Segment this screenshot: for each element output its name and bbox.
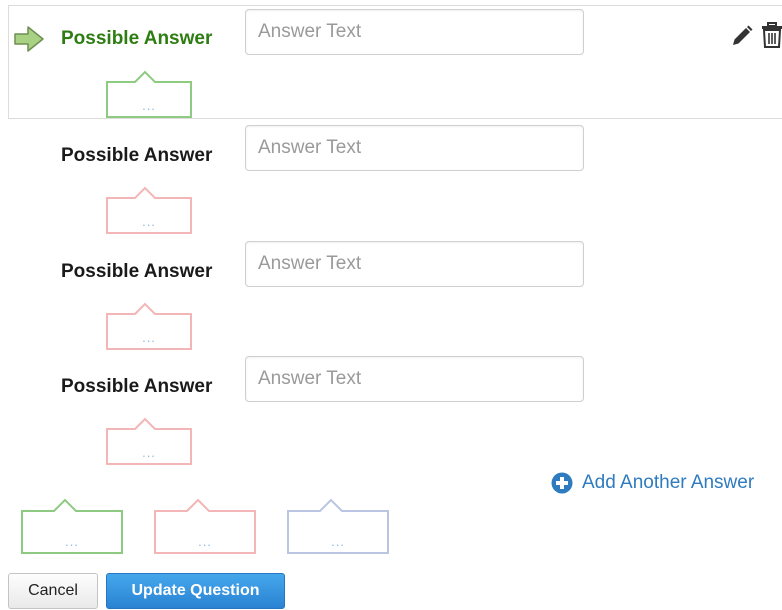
answer-text-input[interactable] [245, 9, 584, 55]
add-another-answer-link[interactable]: Add Another Answer [551, 470, 754, 496]
bubble-dots: ... [142, 330, 156, 345]
answer-comment-bubble[interactable]: ... [105, 300, 193, 351]
answer-text-input[interactable] [245, 356, 584, 402]
bubble-dots: ... [198, 534, 212, 549]
answer-text-input[interactable] [245, 241, 584, 287]
bubble-dots: ... [142, 214, 156, 229]
cancel-button[interactable]: Cancel [8, 573, 98, 609]
add-answer-label: Add Another Answer [582, 472, 755, 493]
neutral-comment-bubble[interactable]: ... [286, 496, 390, 555]
answer-comment-bubble[interactable]: ... [105, 415, 193, 466]
arrow-right-icon[interactable] [12, 24, 46, 54]
trash-icon[interactable] [761, 22, 782, 48]
pencil-icon[interactable] [730, 24, 754, 48]
wrong-comment-bubble[interactable]: ... [153, 496, 257, 555]
answer-comment-bubble[interactable]: ... [105, 184, 193, 235]
answer-label: Possible Answer [61, 376, 213, 397]
answer-comment-bubble[interactable]: ... [105, 68, 193, 119]
bubble-dots: ... [142, 445, 156, 460]
answer-label: Possible Answer [61, 28, 213, 49]
bubble-dots: ... [331, 534, 345, 549]
bubble-dots: ... [65, 534, 79, 549]
bubble-dots: ... [142, 98, 156, 113]
plus-circle-icon [551, 472, 573, 494]
update-question-button[interactable]: Update Question [106, 573, 285, 609]
answer-label: Possible Answer [61, 261, 213, 282]
correct-comment-bubble[interactable]: ... [20, 496, 124, 555]
answer-text-input[interactable] [245, 125, 584, 171]
answer-label: Possible Answer [61, 145, 213, 166]
